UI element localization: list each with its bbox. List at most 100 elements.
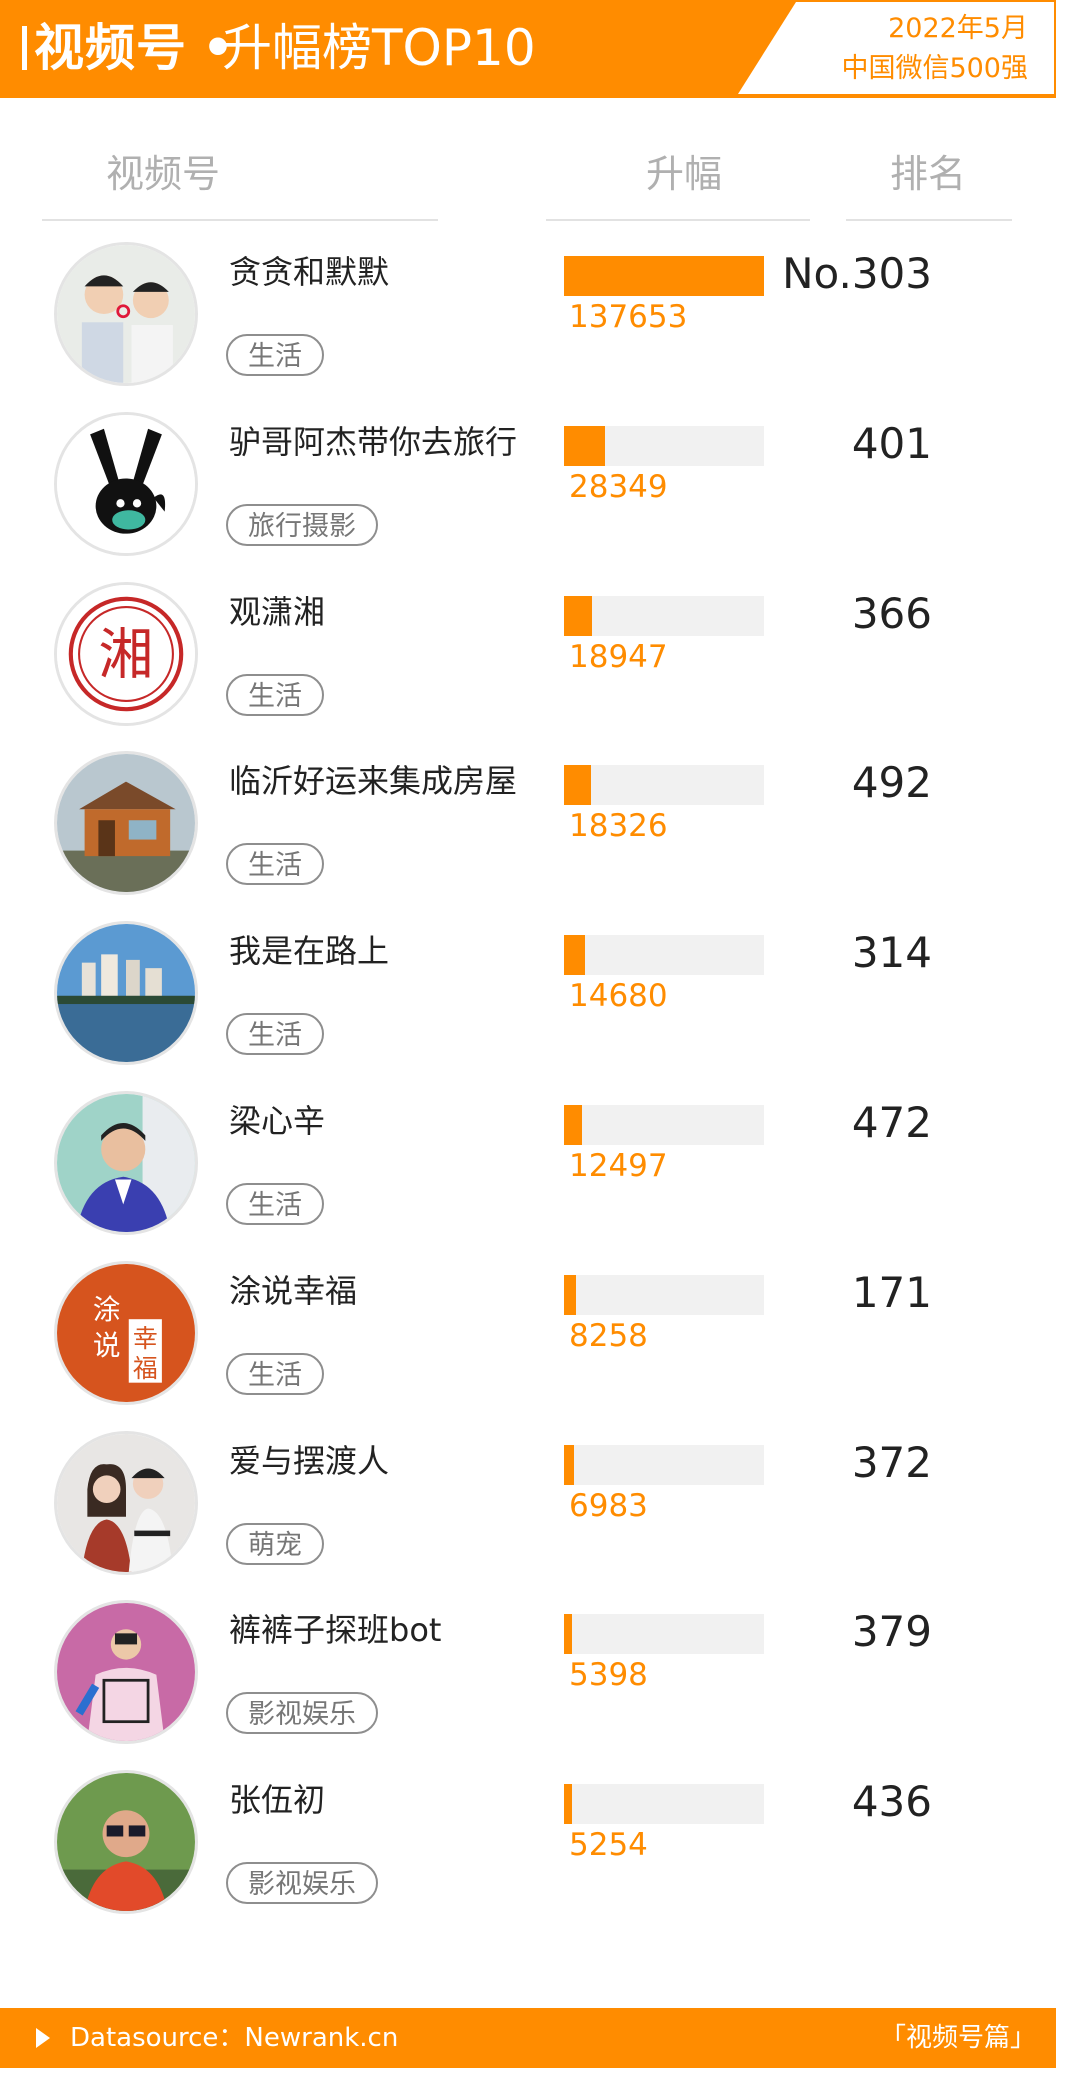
gain-bar-track <box>564 1784 764 1825</box>
rank-value: No.303 <box>782 249 932 298</box>
city-lake-avatar <box>54 921 198 1066</box>
account-name[interactable]: 我是在路上 <box>229 931 389 971</box>
gain-value: 137653 <box>569 299 688 335</box>
list-item[interactable]: 贪贪和默默生活 137653 No.303 <box>0 242 1080 411</box>
gain-bar-track <box>564 1274 764 1315</box>
list-item[interactable]: 我是在路上生活 14680 314 <box>0 921 1080 1090</box>
column-header-gain: 升幅 <box>646 152 723 196</box>
svg-text:幸: 幸 <box>133 1324 158 1353</box>
rank-value: 366 <box>851 588 932 638</box>
gain-bar <box>564 1105 583 1145</box>
column-divider-account <box>42 219 438 221</box>
couple-avatar <box>54 242 198 386</box>
rank-value: 379 <box>851 1607 932 1657</box>
list-item[interactable]: 裤裤子探班bot 影视娱乐 5398 379 <box>0 1600 1080 1769</box>
list-item[interactable]: 张伍初影视娱乐 5254 436 <box>0 1770 1080 1939</box>
account-name[interactable]: 裤裤子探班bot <box>229 1610 441 1650</box>
account-name[interactable]: 临沂好运来集成房屋 <box>229 761 517 801</box>
gain-bar <box>564 425 606 466</box>
pink-shirt-avatar <box>54 1600 198 1745</box>
header-banner: 视频号 • 升幅榜TOP10 2022年5月 中国微信500强 <box>0 0 1080 100</box>
category-tag: 生活 <box>226 1013 324 1056</box>
gain-bar <box>564 765 591 806</box>
account-name[interactable]: 爱与摆渡人 <box>229 1441 389 1481</box>
calligraphy-avatar: 涂说幸福 <box>54 1260 198 1405</box>
man-suit-avatar <box>54 1091 198 1235</box>
svg-text:湘: 湘 <box>98 623 153 687</box>
cabin-avatar <box>54 751 198 896</box>
account-name[interactable]: 涂说幸福 <box>229 1271 357 1311</box>
account-name[interactable]: 驴哥阿杰带你去旅行 <box>229 422 517 462</box>
gain-bar <box>564 1614 572 1655</box>
gain-bar-track <box>564 425 764 466</box>
rank-value: 171 <box>851 1267 932 1317</box>
column-divider-rank <box>846 219 1012 221</box>
category-tag: 萌宠 <box>226 1522 324 1565</box>
play-icon <box>36 2028 50 2048</box>
man-glasses-avatar <box>54 1770 198 1915</box>
list-item[interactable]: 临沂好运来集成房屋 生活 18326 492 <box>0 751 1080 920</box>
rank-value: 401 <box>851 418 932 468</box>
category-tag: 生活 <box>226 843 324 886</box>
list-item[interactable]: 爱与摆渡人萌宠 6983 372 <box>0 1430 1080 1600</box>
category-tag: 生活 <box>226 673 324 716</box>
gain-bar <box>564 1444 575 1485</box>
gain-bar-track <box>564 935 764 976</box>
svg-text:福: 福 <box>133 1354 158 1383</box>
two-people-avatar <box>54 1430 198 1575</box>
footer-tag: 「视频号篇」 <box>879 2023 1036 2053</box>
gain-bar <box>564 595 592 636</box>
rank-value: 314 <box>851 928 932 978</box>
category-tag: 生活 <box>226 334 324 376</box>
rank-value: 472 <box>851 1098 932 1147</box>
rank-value: 492 <box>851 758 932 808</box>
gain-bar-track <box>564 765 764 806</box>
gain-value: 18947 <box>569 638 668 675</box>
gain-bar <box>564 935 586 976</box>
rank-value: 436 <box>851 1777 932 1827</box>
gain-value: 5254 <box>569 1827 648 1864</box>
category-tag: 旅行摄影 <box>226 503 378 546</box>
list-item[interactable]: 涂说幸福涂说幸福 生活 8258 171 <box>0 1260 1080 1430</box>
list-item[interactable]: 梁心辛生活 12497 472 <box>0 1091 1080 1260</box>
gain-bar-track <box>564 595 764 636</box>
account-name[interactable]: 梁心辛 <box>229 1101 325 1141</box>
column-header-account: 视频号 <box>106 152 221 196</box>
list-item[interactable]: 驴哥阿杰带你去旅行 旅行摄影 28349 401 <box>0 411 1080 581</box>
page-title: 视频号 <box>34 19 187 77</box>
report-date: 2022年5月 <box>888 13 1028 44</box>
page-subtitle: 升幅榜TOP10 <box>222 19 536 77</box>
category-tag: 影视娱乐 <box>226 1862 378 1905</box>
gain-bar <box>564 256 764 296</box>
category-tag: 生活 <box>226 1352 324 1395</box>
gain-bar <box>564 1274 576 1315</box>
category-tag: 生活 <box>226 1183 324 1225</box>
data-source: Datasource：Newrank.cn <box>70 2023 399 2053</box>
account-name[interactable]: 贪贪和默默 <box>229 252 389 292</box>
account-name[interactable]: 张伍初 <box>229 1780 325 1820</box>
column-header-rank: 排名 <box>890 152 967 196</box>
account-name[interactable]: 观潇湘 <box>229 592 325 632</box>
donkey-avatar <box>54 411 198 556</box>
gain-bar-track <box>564 1105 764 1145</box>
gain-value: 5398 <box>569 1657 648 1694</box>
svg-text:涂: 涂 <box>93 1293 121 1326</box>
gain-bar-track <box>564 1614 764 1655</box>
gain-value: 12497 <box>569 1148 668 1184</box>
column-divider-gain <box>546 219 810 221</box>
report-scope: 中国微信500强 <box>841 53 1028 84</box>
gain-value: 28349 <box>569 468 668 505</box>
gain-value: 14680 <box>569 978 668 1015</box>
xiang-seal-avatar: 湘 <box>54 581 198 726</box>
gain-value: 18326 <box>569 808 668 845</box>
list-item[interactable]: 湘 观潇湘生活 18947 366 <box>0 581 1080 751</box>
svg-text:说: 说 <box>93 1329 121 1362</box>
rank-value: 372 <box>851 1437 932 1487</box>
gain-value: 8258 <box>569 1317 648 1354</box>
category-tag: 影视娱乐 <box>226 1692 378 1735</box>
gain-bar <box>564 1784 572 1825</box>
footer-bar: Datasource：Newrank.cn 「视频号篇」 <box>0 2008 1056 2068</box>
gain-value: 6983 <box>569 1487 648 1524</box>
gain-bar-track <box>564 256 764 296</box>
title-bar-mark <box>22 26 27 70</box>
